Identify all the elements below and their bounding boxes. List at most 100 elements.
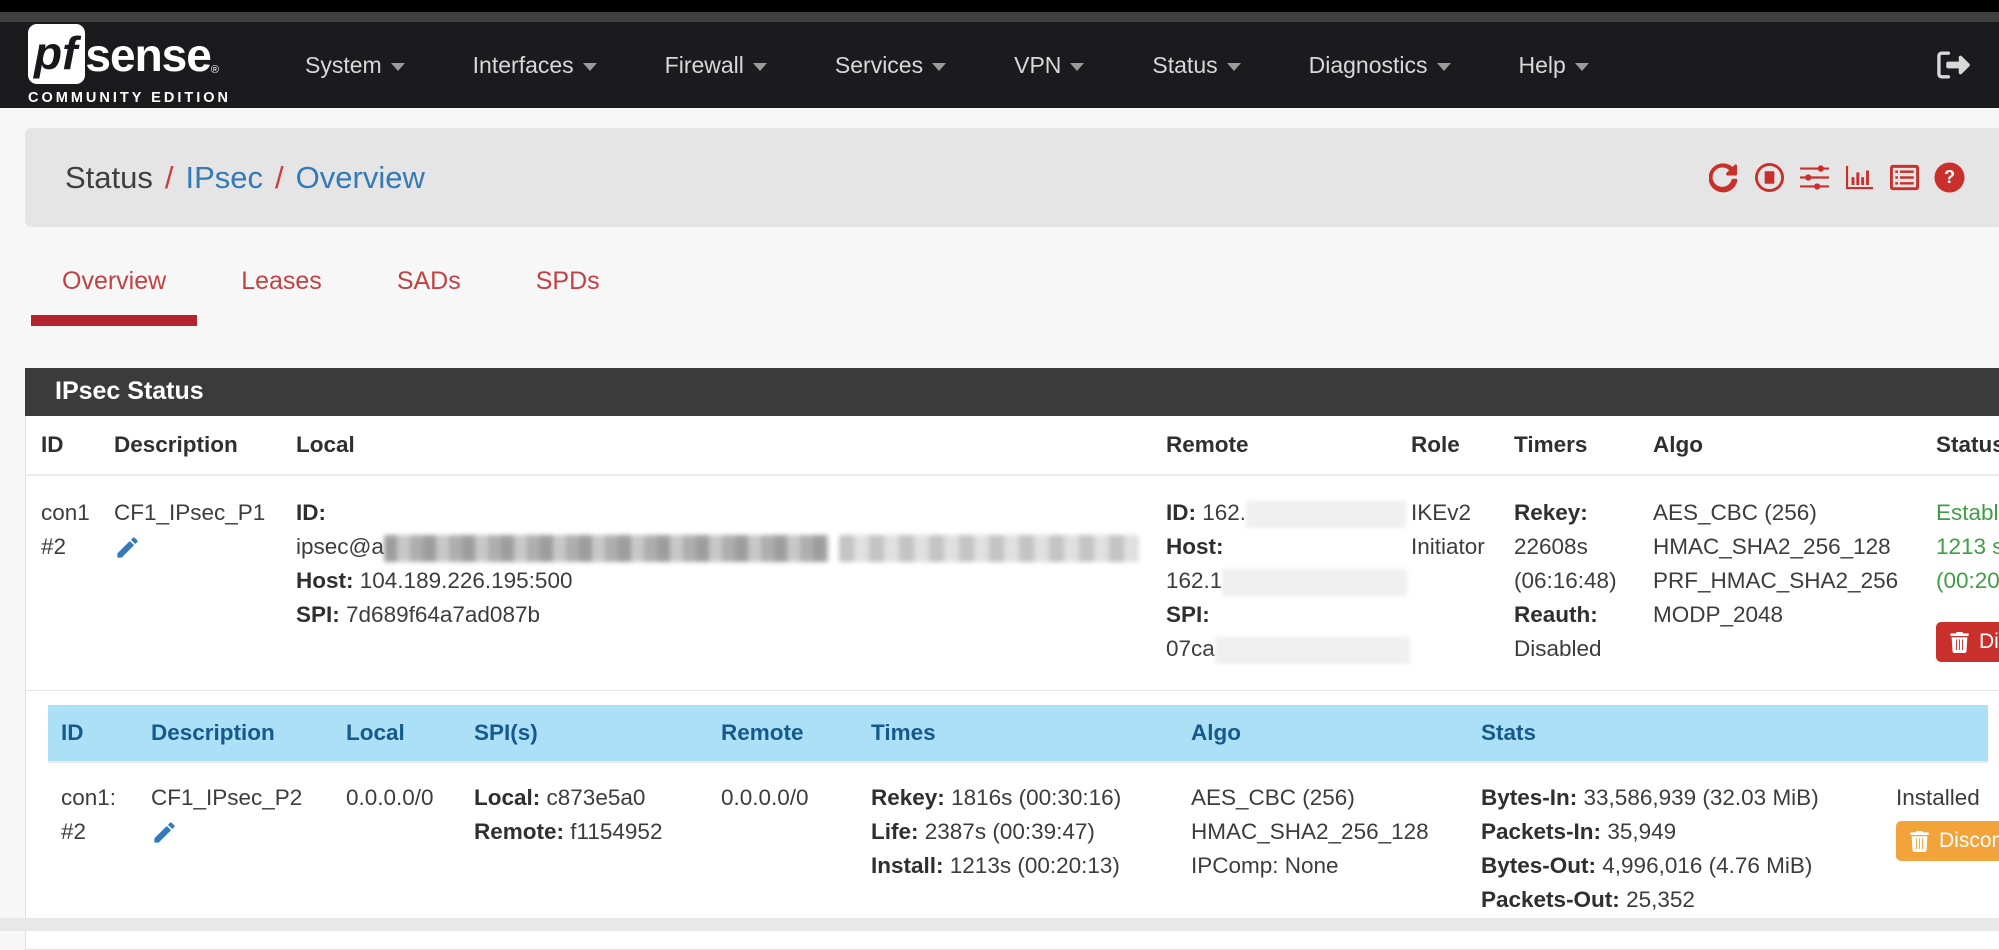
ike-sa-table: ID Description Local Remote Role Timers … bbox=[26, 416, 1999, 949]
col-header-remote: Remote bbox=[1166, 416, 1411, 475]
redacted-block bbox=[1222, 569, 1407, 596]
stop-icon[interactable] bbox=[1754, 162, 1785, 193]
breadcrumb-link-ipsec[interactable]: IPsec bbox=[186, 160, 264, 196]
col-header-spis: SPI(s) bbox=[474, 705, 721, 762]
redacted-block bbox=[1215, 637, 1410, 664]
nav-item-vpn[interactable]: VPN bbox=[980, 52, 1118, 79]
tab-leases[interactable]: Leases bbox=[210, 267, 353, 326]
cell-algo: AES_CBC (256) HMAC_SHA2_256_128 PRF_HMAC… bbox=[1653, 475, 1936, 691]
tab-sads[interactable]: SADs bbox=[366, 267, 492, 326]
chevron-down-icon bbox=[932, 63, 946, 71]
col-header-stats: Stats bbox=[1481, 705, 1896, 762]
pfsense-logo[interactable]: pfsense® COMMUNITY EDITION bbox=[28, 24, 231, 106]
cell-description: CF1_IPsec_P1 bbox=[114, 475, 296, 691]
breadcrumb-link-overview[interactable]: Overview bbox=[296, 160, 425, 196]
cell-description: CF1_IPsec_P2 bbox=[151, 762, 346, 935]
col-header-remote: Remote bbox=[721, 705, 871, 762]
cell-timers: Rekey: 22608s (06:16:48) Reauth: Disable… bbox=[1514, 475, 1653, 691]
breadcrumb-section: Status bbox=[65, 160, 153, 196]
breadcrumb-separator: / bbox=[263, 160, 296, 196]
col-header-status: Status bbox=[1936, 416, 1999, 475]
col-header-local: Local bbox=[346, 705, 474, 762]
chevron-down-icon bbox=[1437, 63, 1451, 71]
child-sa-section: ID Description Local SPI(s) Remote Times… bbox=[26, 691, 1999, 950]
col-header-timers: Timers bbox=[1514, 416, 1653, 475]
redacted-block bbox=[1246, 501, 1406, 528]
main-navbar: pfsense® COMMUNITY EDITION System Interf… bbox=[0, 22, 1999, 108]
col-header-times: Times bbox=[871, 705, 1191, 762]
top-gray-strip bbox=[0, 12, 1999, 22]
cell-role: IKEv2 Initiator bbox=[1411, 475, 1514, 691]
child-sa-table: ID Description Local SPI(s) Remote Times… bbox=[48, 705, 1988, 935]
refresh-icon[interactable] bbox=[1709, 162, 1740, 193]
ipsec-status-panel: IPsec Status ID Description Local Remote… bbox=[25, 368, 1999, 950]
col-header-algo: Algo bbox=[1191, 705, 1481, 762]
redacted-block bbox=[384, 535, 829, 562]
logo-subtitle: COMMUNITY EDITION bbox=[28, 90, 231, 106]
status-text: Established bbox=[1936, 496, 1999, 530]
cell-status: Installed Disconnect bbox=[1896, 762, 1988, 935]
sliders-icon[interactable] bbox=[1799, 162, 1830, 193]
trash-icon bbox=[1949, 632, 1970, 653]
cell-local: 0.0.0.0/0 bbox=[346, 762, 474, 935]
logo-registered-mark: ® bbox=[211, 64, 219, 84]
cell-id: con1 #2 bbox=[26, 475, 114, 691]
chevron-down-icon bbox=[1070, 63, 1084, 71]
nav-item-interfaces[interactable]: Interfaces bbox=[439, 52, 631, 79]
svg-text:?: ? bbox=[1944, 167, 1955, 187]
chevron-down-icon bbox=[583, 63, 597, 71]
disconnect-button[interactable]: Disconnect bbox=[1896, 821, 1999, 861]
logo-pf: pf bbox=[28, 24, 85, 84]
child-sa-row: con1: #2 CF1_IPsec_P2 bbox=[48, 762, 1988, 935]
ike-sa-row: con1 #2 CF1_IPsec_P1 ID: ipsec@a Host: 1… bbox=[26, 475, 1999, 691]
child-header-row: ID Description Local SPI(s) Remote Times… bbox=[48, 705, 1988, 762]
top-black-strip bbox=[0, 0, 1999, 12]
subnav-tabs: Overview Leases SADs SPDs bbox=[31, 267, 1999, 326]
page-bottom-strip bbox=[0, 918, 1999, 931]
chevron-down-icon bbox=[1575, 63, 1589, 71]
chevron-down-icon bbox=[1227, 63, 1241, 71]
col-header-role: Role bbox=[1411, 416, 1514, 475]
logo-sense: sense bbox=[85, 32, 210, 84]
logout-icon[interactable] bbox=[1935, 47, 1971, 83]
cell-local: ID: ipsec@a Host: 104.189.226.195:500 SP… bbox=[296, 475, 1166, 691]
page-action-icons: ? bbox=[1709, 162, 1965, 193]
nav-menu: System Interfaces Firewall Services VPN … bbox=[271, 52, 1623, 79]
chevron-down-icon bbox=[391, 63, 405, 71]
nav-item-diagnostics[interactable]: Diagnostics bbox=[1275, 52, 1485, 79]
report-list-icon[interactable] bbox=[1889, 162, 1920, 193]
edit-pencil-icon[interactable] bbox=[114, 534, 141, 571]
col-header-description: Description bbox=[151, 705, 346, 762]
disconnect-button[interactable]: Disconnect bbox=[1936, 622, 1999, 662]
cell-remote: ID: 162. Host: 162.1 SPI: 07ca bbox=[1166, 475, 1411, 691]
panel-title: IPsec Status bbox=[25, 368, 1999, 416]
cell-remote: 0.0.0.0/0 bbox=[721, 762, 871, 935]
redacted-block bbox=[839, 535, 1139, 562]
nav-item-system[interactable]: System bbox=[271, 52, 439, 79]
col-header-algo: Algo bbox=[1653, 416, 1936, 475]
cell-id: con1: #2 bbox=[48, 762, 151, 935]
nav-item-help[interactable]: Help bbox=[1485, 52, 1623, 79]
nav-item-firewall[interactable]: Firewall bbox=[631, 52, 801, 79]
edit-pencil-icon[interactable] bbox=[151, 819, 178, 856]
nav-item-services[interactable]: Services bbox=[801, 52, 980, 79]
col-header-description: Description bbox=[114, 416, 296, 475]
cell-spis: Local: c873e5a0 Remote: f1154952 bbox=[474, 762, 721, 935]
bar-chart-icon[interactable] bbox=[1844, 162, 1875, 193]
col-header-id: ID bbox=[48, 705, 151, 762]
trash-icon bbox=[1909, 831, 1930, 852]
status-text: Installed bbox=[1896, 781, 1980, 815]
cell-algo: AES_CBC (256) HMAC_SHA2_256_128 IPComp: … bbox=[1191, 762, 1481, 935]
tab-spds[interactable]: SPDs bbox=[505, 267, 631, 326]
help-icon[interactable]: ? bbox=[1934, 162, 1965, 193]
breadcrumb-separator: / bbox=[153, 160, 186, 196]
cell-status: Established 1213 seconds (00:20:13) Disc… bbox=[1936, 475, 1999, 691]
chevron-down-icon bbox=[753, 63, 767, 71]
breadcrumb: Status / IPsec / Overview ? bbox=[25, 128, 1999, 227]
nav-item-status[interactable]: Status bbox=[1118, 52, 1274, 79]
ike-header-row: ID Description Local Remote Role Timers … bbox=[26, 416, 1999, 475]
tab-overview[interactable]: Overview bbox=[31, 267, 197, 326]
col-header-id: ID bbox=[26, 416, 114, 475]
cell-stats: Bytes-In: 33,586,939 (32.03 MiB) Packets… bbox=[1481, 762, 1896, 935]
cell-times: Rekey: 1816s (00:30:16) Life: 2387s (00:… bbox=[871, 762, 1191, 935]
